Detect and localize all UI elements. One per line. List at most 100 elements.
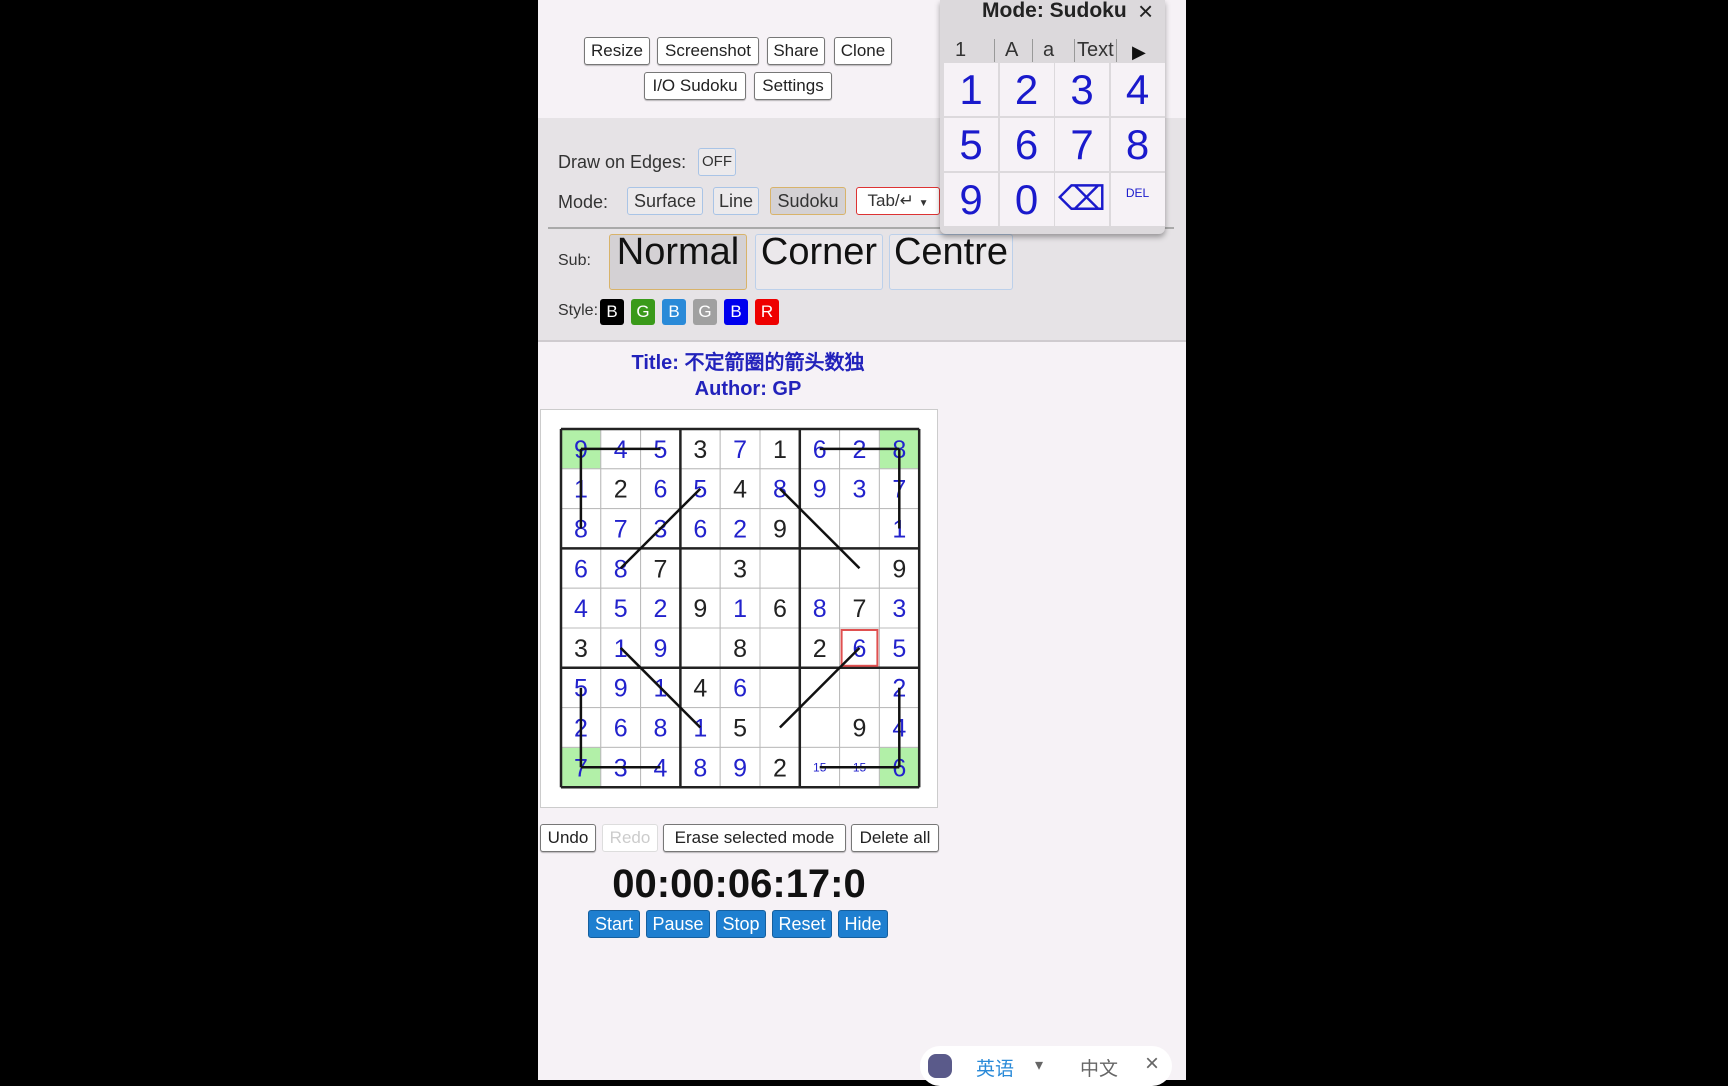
style-button[interactable]: G: [631, 299, 655, 325]
cell-digit[interactable]: 3: [892, 595, 906, 623]
key-1[interactable]: 1: [944, 63, 998, 116]
cell-digit[interactable]: 1: [693, 715, 707, 743]
cell-digit[interactable]: 1: [733, 595, 747, 623]
sub-corner-button[interactable]: Corner: [755, 233, 883, 290]
clone-button[interactable]: Clone: [834, 37, 892, 65]
erase-selected-mode-button[interactable]: Erase selected mode: [663, 824, 846, 852]
cell-digit[interactable]: 8: [733, 635, 747, 663]
draw-edges-toggle[interactable]: OFF: [698, 148, 736, 176]
style-button[interactable]: B: [662, 299, 686, 325]
cell-digit[interactable]: 5: [892, 635, 906, 663]
key-4[interactable]: 4: [1110, 63, 1165, 116]
key-7[interactable]: 7: [1055, 118, 1109, 171]
tab-text[interactable]: Text: [1074, 39, 1117, 62]
grid-cell[interactable]: [799, 707, 841, 748]
cell-digit[interactable]: 7: [853, 595, 867, 623]
tab-numbers[interactable]: 1: [955, 39, 966, 62]
grid-cell[interactable]: [799, 547, 841, 589]
sudoku-board[interactable]: 9453716281265489378736291687394529168733…: [540, 409, 938, 808]
cell-digit[interactable]: 4: [693, 675, 707, 703]
cell-digit[interactable]: 3: [574, 635, 588, 663]
backspace-icon[interactable]: ⌫: [1055, 173, 1109, 226]
style-button[interactable]: R: [755, 299, 779, 325]
delete-all-button[interactable]: Delete all: [851, 824, 939, 852]
key-3[interactable]: 3: [1055, 63, 1109, 116]
delete-key[interactable]: DEL: [1110, 173, 1165, 226]
ime-target-language[interactable]: 中文: [1080, 1054, 1118, 1081]
cell-digit[interactable]: 9: [614, 675, 628, 703]
cell-digit[interactable]: 2: [813, 635, 827, 663]
cell-digit[interactable]: 6: [733, 675, 747, 703]
translate-icon[interactable]: [928, 1054, 952, 1078]
cell-digit[interactable]: 9: [654, 635, 668, 663]
grid-cell[interactable]: [679, 547, 721, 589]
cell-digit[interactable]: 2: [614, 476, 628, 504]
mode-sudoku-button[interactable]: Sudoku: [770, 187, 846, 215]
cell-digit[interactable]: 5: [614, 595, 628, 623]
timer-stop-button[interactable]: Stop: [716, 910, 766, 938]
key-2[interactable]: 2: [999, 63, 1054, 116]
cell-digit[interactable]: 8: [614, 555, 628, 583]
cell-digit[interactable]: 7: [733, 436, 747, 464]
tab-uppercase[interactable]: A: [994, 39, 1018, 62]
cell-digit[interactable]: 9: [813, 476, 827, 504]
cell-digit[interactable]: 9: [693, 595, 707, 623]
timer-hide-button[interactable]: Hide: [838, 910, 888, 938]
close-icon[interactable]: ×: [1138, 0, 1153, 27]
sub-centre-button[interactable]: Centre: [889, 233, 1013, 290]
redo-button[interactable]: Redo: [602, 824, 658, 852]
cell-digit[interactable]: 5: [733, 715, 747, 743]
mode-surface-button[interactable]: Surface: [627, 187, 703, 215]
cell-digit[interactable]: 6: [693, 516, 707, 544]
cell-digit[interactable]: 1: [773, 436, 787, 464]
cell-digit[interactable]: 6: [654, 476, 668, 504]
cell-digit[interactable]: 9: [892, 555, 906, 583]
tab-lowercase[interactable]: a: [1032, 39, 1054, 62]
next-tab-arrow-icon[interactable]: ▶: [1132, 42, 1146, 63]
submode-dropdown[interactable]: Tab/↵ ▼: [856, 187, 940, 215]
io-sudoku-button[interactable]: I/O Sudoku: [644, 72, 746, 100]
timer-reset-button[interactable]: Reset: [772, 910, 832, 938]
cell-digit[interactable]: 7: [654, 555, 668, 583]
grid-cell[interactable]: [839, 667, 880, 709]
chevron-down-icon[interactable]: ▾: [1035, 1055, 1043, 1075]
cell-digit[interactable]: 6: [773, 595, 787, 623]
key-0[interactable]: 0: [999, 173, 1054, 226]
cell-digit[interactable]: 3: [693, 436, 707, 464]
ime-source-language[interactable]: 英语: [976, 1054, 1014, 1081]
grid-cell[interactable]: [759, 547, 801, 589]
cell-digit[interactable]: 8: [813, 595, 827, 623]
undo-button[interactable]: Undo: [540, 824, 596, 852]
cell-digit[interactable]: 9: [853, 715, 867, 743]
screenshot-button[interactable]: Screenshot: [657, 37, 759, 65]
key-6[interactable]: 6: [999, 118, 1054, 171]
style-button[interactable]: G: [693, 299, 717, 325]
cell-digit[interactable]: 9: [773, 516, 787, 544]
cell-digit[interactable]: 8: [693, 754, 707, 782]
cell-digit[interactable]: 6: [614, 715, 628, 743]
share-button[interactable]: Share: [767, 37, 825, 65]
key-8[interactable]: 8: [1110, 118, 1165, 171]
style-button[interactable]: B: [724, 299, 748, 325]
sub-normal-button[interactable]: Normal: [609, 233, 747, 290]
timer-start-button[interactable]: Start: [588, 910, 640, 938]
cell-digit[interactable]: 7: [614, 516, 628, 544]
resize-button[interactable]: Resize: [584, 37, 650, 65]
timer-pause-button[interactable]: Pause: [646, 910, 710, 938]
grid-cell[interactable]: [839, 508, 880, 549]
cell-digit[interactable]: 2: [773, 754, 787, 782]
key-9[interactable]: 9: [944, 173, 998, 226]
settings-button[interactable]: Settings: [754, 72, 832, 100]
cell-digit[interactable]: 9: [733, 754, 747, 782]
cell-digit[interactable]: 3: [853, 476, 867, 504]
style-button[interactable]: B: [600, 299, 624, 325]
key-5[interactable]: 5: [944, 118, 998, 171]
cell-digit[interactable]: 2: [733, 516, 747, 544]
cell-digit[interactable]: 4: [733, 476, 747, 504]
grid-cell[interactable]: [679, 627, 721, 669]
cell-digit[interactable]: 3: [733, 555, 747, 583]
grid-cell[interactable]: [759, 667, 801, 709]
cell-digit[interactable]: 2: [654, 595, 668, 623]
sudoku-grid[interactable]: 9453716281265489378736291687394529168733…: [541, 410, 939, 809]
ime-close-icon[interactable]: ×: [1145, 1050, 1159, 1078]
